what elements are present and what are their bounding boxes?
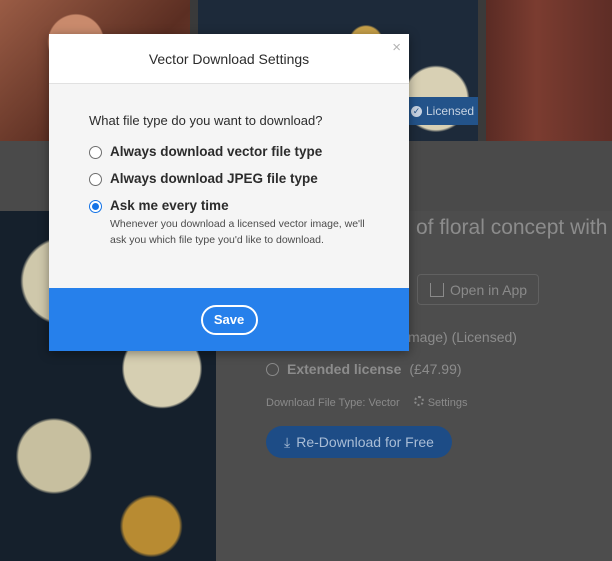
download-icon: ⤓ (284, 433, 291, 450)
dialog-header: Vector Download Settings × (49, 34, 409, 84)
asset-title: of floral concept with v (416, 216, 612, 239)
extended-license-option[interactable]: Extended license (£47.99) (266, 361, 462, 377)
option-ask-description: Whenever you download a licensed vector … (110, 218, 365, 246)
check-circle-icon: ✓ (411, 105, 422, 117)
option-vector[interactable]: Always download vector file type (89, 144, 369, 159)
extended-license-label: Extended license (287, 361, 402, 377)
open-in-app-button[interactable]: Open in App (417, 274, 539, 305)
share-icon (430, 282, 444, 297)
open-in-app-label: Open in App (450, 281, 528, 298)
close-icon[interactable]: × (392, 40, 401, 55)
download-file-type-text: Download File Type: Vector (266, 396, 400, 409)
option-vector-label: Always download vector file type (110, 144, 323, 159)
gear-icon (413, 396, 424, 406)
option-ask-label: Ask me every time (110, 198, 229, 213)
option-ask-every-time[interactable]: Ask me every time Whenever you download … (89, 198, 369, 249)
standard-license-label: mage) (Licensed) (408, 329, 517, 345)
redownload-button[interactable]: ⤓ Re-Download for Free (266, 426, 452, 458)
dialog-body: What file type do you want to download? … (49, 84, 409, 288)
extended-license-radio[interactable] (266, 362, 279, 376)
radio-vector[interactable] (89, 146, 102, 159)
option-jpeg[interactable]: Always download JPEG file type (89, 171, 369, 186)
redownload-label: Re-Download for Free (296, 434, 434, 450)
licensed-badge: ✓ Licensed (405, 97, 478, 125)
file-type-question: What file type do you want to download? (89, 113, 323, 128)
radio-jpeg[interactable] (89, 173, 102, 186)
licensed-badge-label: Licensed (426, 104, 475, 118)
thumbnail-3[interactable] (486, 0, 612, 141)
dialog-title: Vector Download Settings (148, 50, 310, 67)
radio-ask-every-time[interactable] (89, 200, 102, 213)
save-button[interactable]: Save (200, 304, 258, 335)
option-jpeg-label: Always download JPEG file type (110, 171, 318, 186)
settings-link[interactable]: Settings (413, 396, 468, 409)
extended-license-price: (£47.99) (409, 361, 462, 377)
settings-label: Settings (427, 397, 468, 409)
download-file-type-row: Download File Type: Vector Settings (266, 396, 467, 409)
dialog-footer: Save (49, 288, 409, 351)
vector-download-settings-dialog: Vector Download Settings × What file typ… (49, 34, 409, 351)
